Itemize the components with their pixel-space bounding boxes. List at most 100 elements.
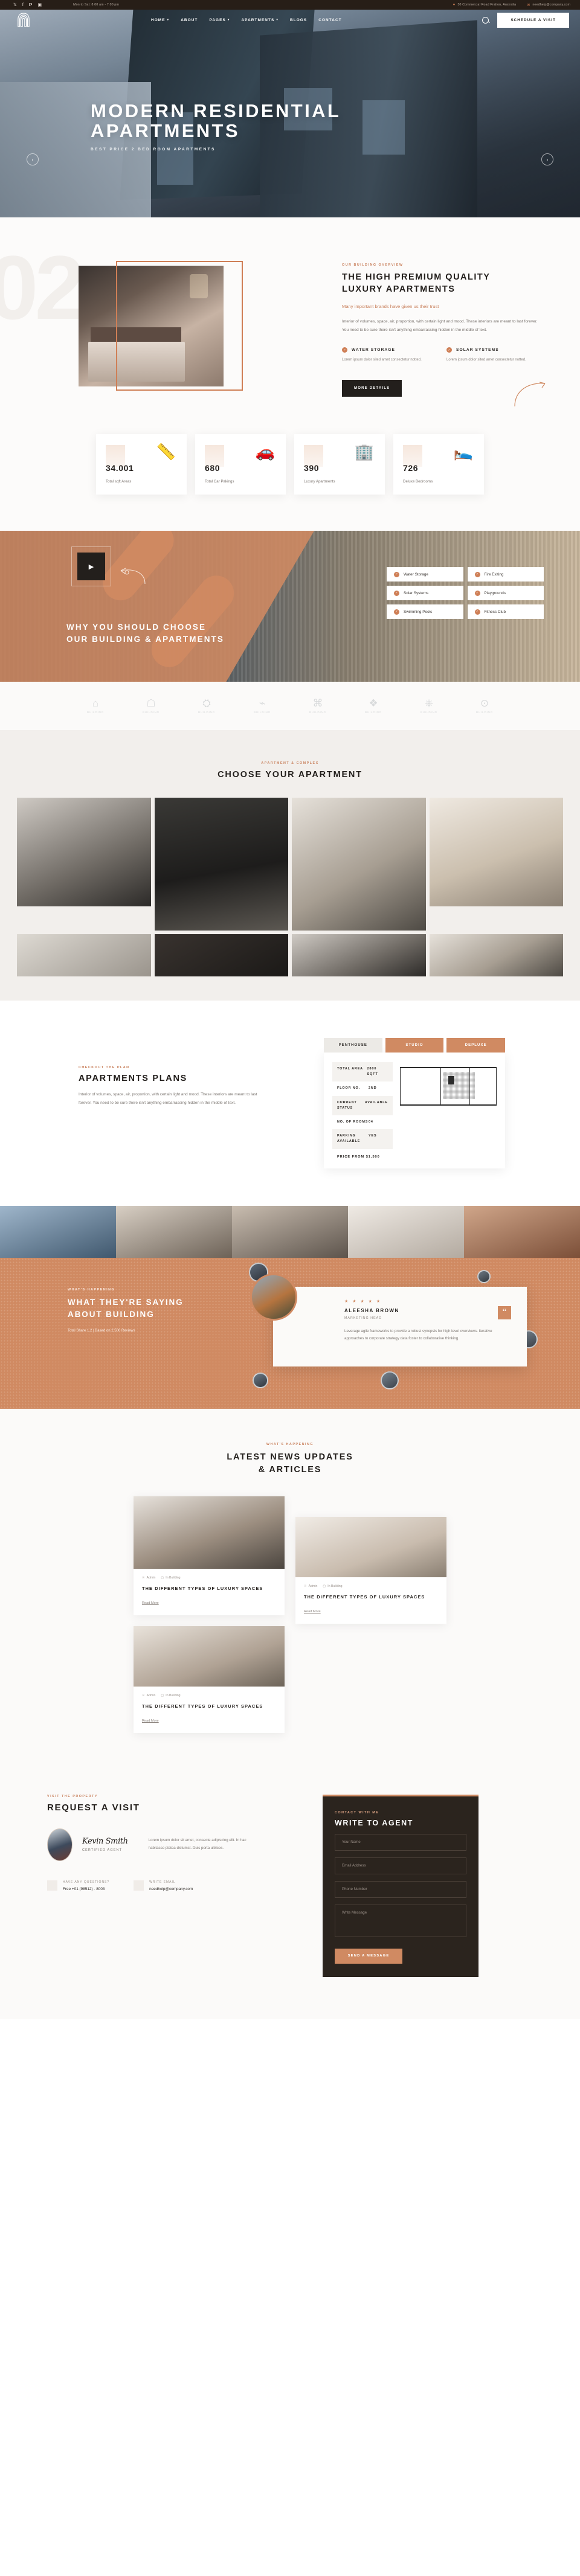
tab-depluxe[interactable]: DEPLUXE bbox=[446, 1038, 506, 1053]
instagram-icon[interactable]: ▣ bbox=[37, 3, 42, 7]
brand-logo: ☖ BUILDING bbox=[131, 698, 171, 714]
strip-image bbox=[0, 1205, 116, 1258]
amenity-playgrounds[interactable]: ✓ Playgrounds bbox=[467, 586, 544, 600]
nav-item-pages[interactable]: PAGES ▾ bbox=[209, 18, 230, 22]
gallery-image[interactable] bbox=[292, 798, 426, 931]
reviewer-avatar[interactable] bbox=[253, 1372, 268, 1388]
read-more-link[interactable]: Read More bbox=[142, 1719, 159, 1723]
brand-name: BUILDING bbox=[253, 711, 271, 714]
rating-stars: ★ ★ ★ ★ ★ bbox=[344, 1299, 382, 1304]
gallery-image[interactable] bbox=[17, 798, 151, 906]
ruler-pencil-icon: 📏 bbox=[156, 443, 176, 461]
testimonial-quote: Leverage agile frameworks to provide a r… bbox=[344, 1328, 492, 1341]
spec-row: FLOOR NO. 2ND bbox=[332, 1081, 393, 1095]
gallery-image[interactable] bbox=[429, 798, 563, 906]
brand-name: BUILDING bbox=[364, 711, 382, 714]
hero-prev-arrow[interactable]: ‹ bbox=[27, 153, 39, 165]
amenity-swimming-pools[interactable]: ✓ Swimming Pools bbox=[387, 604, 463, 619]
hero-title: MODERN RESIDENTIAL APARTMENTS bbox=[91, 101, 580, 141]
nav-item-apartments[interactable]: APARTMENTS ▾ bbox=[241, 18, 279, 22]
news-title-line1: LATEST NEWS UPDATES bbox=[227, 1452, 353, 1462]
search-icon[interactable] bbox=[482, 16, 489, 24]
testimonial-title-line1: WHAT THEY'RE SAYING bbox=[68, 1297, 184, 1307]
video-play-frame[interactable]: ▶ bbox=[71, 546, 111, 586]
testimonial-author-role: MARKETING HEAD bbox=[344, 1316, 382, 1320]
testimonial-section: WHAT'S HAPPENING WHAT THEY'RE SAYING ABO… bbox=[0, 1257, 580, 1409]
spec-key: PARKING AVAILABLE bbox=[337, 1134, 361, 1144]
gallery-image[interactable] bbox=[154, 934, 288, 976]
email-field[interactable] bbox=[335, 1857, 466, 1874]
tab-penthouse[interactable]: PENTHOUSE bbox=[324, 1038, 382, 1053]
send-message-button[interactable]: SEND A MESSAGE bbox=[335, 1948, 402, 1964]
amenity-label: Fitness Club bbox=[484, 609, 506, 614]
reviewer-avatar[interactable] bbox=[477, 1269, 491, 1283]
choose-title: CHOOSE YOUR APARTMENT bbox=[218, 770, 362, 780]
overview-paragraph: Interior of volumes, space, air, proport… bbox=[342, 319, 538, 332]
phone-field[interactable] bbox=[335, 1880, 466, 1898]
nav-item-blogs[interactable]: BLOGS bbox=[290, 18, 307, 22]
amenity-water-storage[interactable]: ✓ Water Storage bbox=[387, 567, 463, 582]
amenity-fitness-club[interactable]: ✓ Fitness Club bbox=[467, 604, 544, 619]
message-field[interactable] bbox=[335, 1904, 466, 1937]
brand-glyph-icon: ⊙ bbox=[480, 697, 489, 709]
contact-details: HAVE ANY QUESTIONS? Free +01 (98512) - 8… bbox=[47, 1880, 307, 1891]
news-category: ▢ In Building bbox=[323, 1584, 343, 1588]
overview-title: THE HIGH PREMIUM QUALITY LUXURY APARTMEN… bbox=[342, 272, 541, 295]
read-more-link[interactable]: Read More bbox=[142, 1601, 159, 1605]
facebook-icon[interactable]: f bbox=[22, 3, 24, 7]
contact-value[interactable]: needhelp@company.com bbox=[149, 1887, 193, 1891]
nav-item-home[interactable]: HOME ▾ bbox=[151, 18, 169, 22]
building-icon: 🏢 bbox=[354, 443, 374, 461]
site-logo[interactable] bbox=[17, 13, 30, 27]
plans-title: APARTMENTS PLANS bbox=[79, 1074, 187, 1083]
gallery-image[interactable] bbox=[17, 934, 151, 976]
play-icon[interactable]: ▶ bbox=[77, 553, 105, 580]
top-bar: 𝕏 f 𝗣 ▣ Mon to Sat: 8.00 am - 7.00 pm ● … bbox=[0, 0, 580, 10]
check-circle-icon: ✓ bbox=[474, 571, 480, 577]
news-thumbnail bbox=[134, 1496, 285, 1569]
nav-item-about[interactable]: ABOUT bbox=[181, 18, 198, 22]
choose-eyebrow: APARTMENT & COMPLEX bbox=[261, 761, 319, 765]
schedule-visit-button[interactable]: SCHEDULE A VISIT bbox=[497, 12, 569, 28]
gallery-image[interactable] bbox=[292, 934, 426, 976]
news-meta: ☉ Admin ▢ In Building bbox=[142, 1694, 276, 1697]
news-card[interactable]: ☉ Admin ▢ In Building THE DIFFERENT TYPE… bbox=[295, 1517, 446, 1624]
stat-card: 🏢 390 Luxury Apartments bbox=[294, 434, 385, 495]
news-card-title: THE DIFFERENT TYPES OF LUXURY SPACES bbox=[142, 1586, 263, 1591]
news-author: ☉ Admin bbox=[142, 1576, 156, 1580]
overview-title-line2: LUXURY APARTMENTS bbox=[342, 284, 456, 294]
news-card[interactable]: ☉ Admin ▢ In Building THE DIFFERENT TYPE… bbox=[134, 1626, 285, 1733]
amenity-fire-exiting[interactable]: ✓ Fire Exiting bbox=[467, 567, 544, 582]
amenity-solar-systems[interactable]: ✓ Solar Systems bbox=[387, 586, 463, 600]
gallery-image[interactable] bbox=[154, 798, 288, 931]
feature-water-storage: ✓ WATER STORAGE Lorem ipsum dolor sited … bbox=[342, 347, 424, 364]
hero-next-arrow[interactable]: › bbox=[541, 153, 553, 165]
brand-name: BUILDING bbox=[86, 711, 105, 714]
overview-title-line1: THE HIGH PREMIUM QUALITY bbox=[342, 272, 491, 282]
reviewer-avatar[interactable] bbox=[381, 1371, 399, 1389]
plans-eyebrow: CHECKOUT THE PLAN bbox=[79, 1066, 130, 1069]
brand-logo: ⛭ BUILDING bbox=[187, 698, 227, 714]
location-pin-icon: ● bbox=[453, 3, 456, 7]
brand-logo: ⌁ BUILDING bbox=[242, 698, 282, 714]
gallery-image[interactable] bbox=[429, 934, 563, 976]
more-details-button[interactable]: MORE DETAILS bbox=[342, 379, 402, 397]
choose-apartment-section: APARTMENT & COMPLEX CHOOSE YOUR APARTMEN… bbox=[0, 730, 580, 1001]
tab-studio[interactable]: STUDIO bbox=[385, 1038, 444, 1053]
brand-glyph-icon: ⌘ bbox=[312, 697, 323, 709]
pinterest-icon[interactable]: 𝗣 bbox=[29, 3, 32, 7]
news-author: ☉ Admin bbox=[142, 1693, 156, 1697]
read-more-link[interactable]: Read More bbox=[304, 1610, 321, 1613]
agent-role: CERTIFIED AGENT bbox=[82, 1848, 123, 1853]
email-item[interactable]: ✉ needhelp@company.com bbox=[527, 3, 570, 7]
news-card[interactable]: ☉ Admin ▢ In Building THE DIFFERENT TYPE… bbox=[134, 1496, 285, 1615]
spec-key: FLOOR NO. bbox=[337, 1086, 361, 1091]
news-grid: ☉ Admin ▢ In Building THE DIFFERENT TYPE… bbox=[0, 1496, 580, 1744]
twitter-icon[interactable]: 𝕏 bbox=[13, 3, 17, 7]
contact-value[interactable]: Free +01 (98512) - 8003 bbox=[63, 1887, 109, 1891]
nav-item-contact[interactable]: CONTACT bbox=[318, 18, 341, 22]
name-field[interactable] bbox=[335, 1833, 466, 1851]
hero-subtitle: BEST PRICE 2 BED ROOM APARTMENTS bbox=[91, 147, 216, 152]
decorative-curved-arrow-icon bbox=[120, 568, 146, 585]
strip-image bbox=[232, 1205, 348, 1258]
